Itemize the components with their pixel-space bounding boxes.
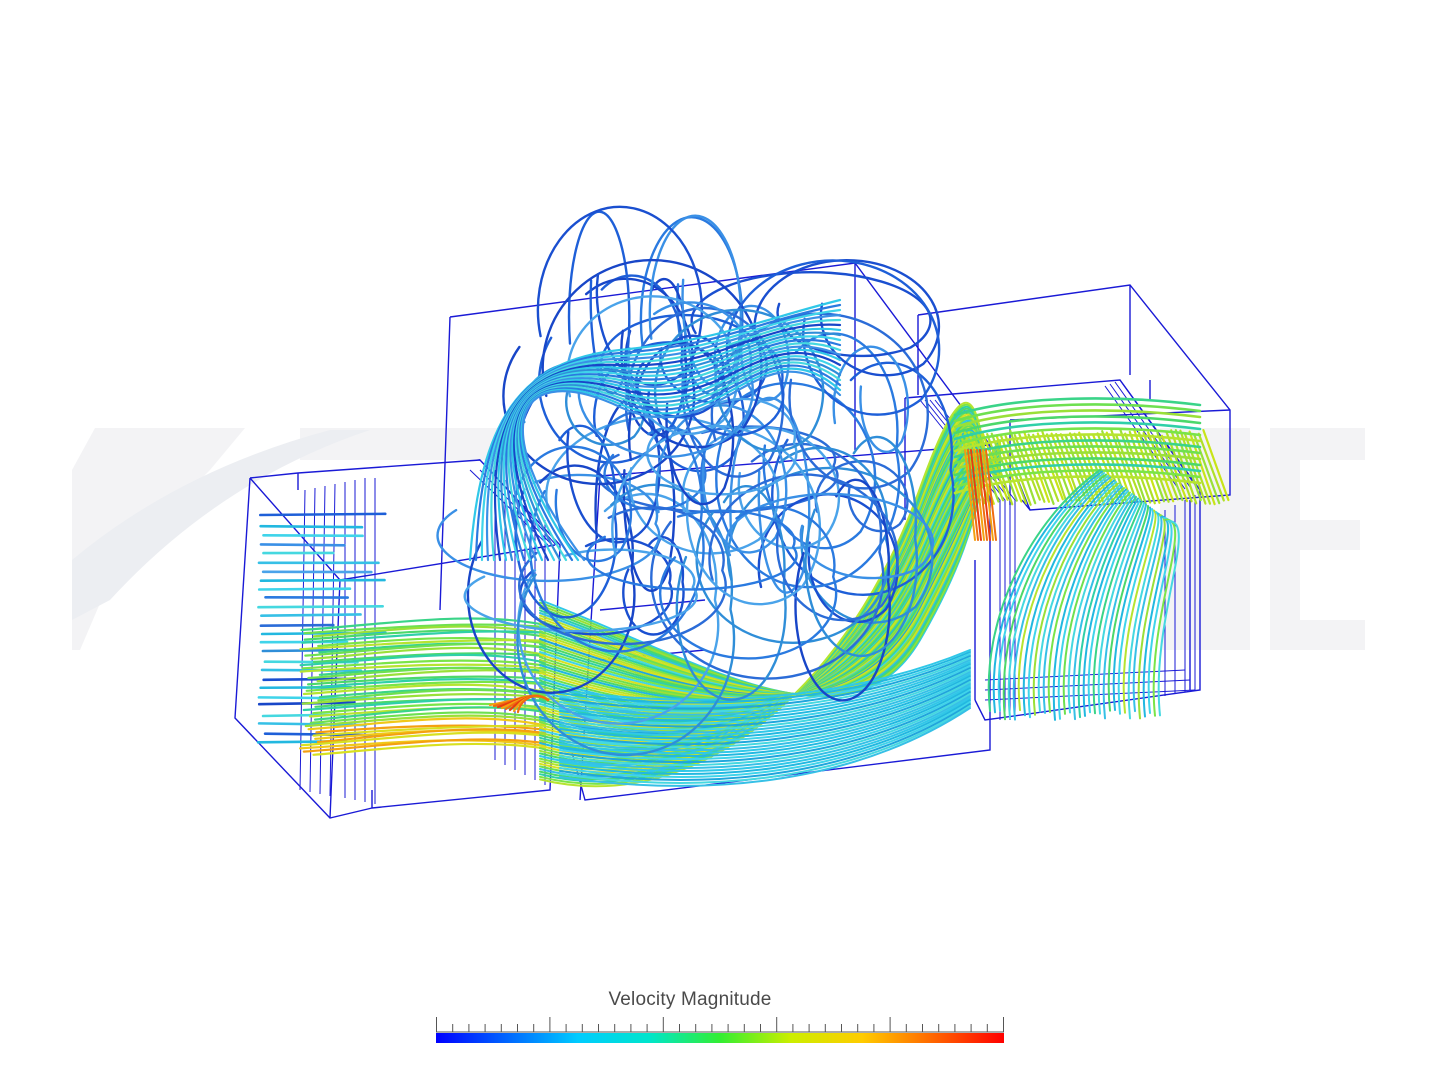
inlet-streamline: [261, 614, 360, 615]
upper-loop-streamline: [522, 369, 840, 560]
legend-title: Velocity Magnitude: [430, 989, 950, 1011]
inlet-streamline: [261, 526, 362, 527]
3d-viewport[interactable]: Velocity Magnitude: [0, 0, 1440, 1080]
colorbar-gradient: [436, 1033, 1004, 1043]
streamline-scene: [0, 0, 1440, 1080]
inlet-streamline: [259, 589, 350, 590]
streamlines: [258, 207, 1228, 786]
inlet-streamline: [260, 514, 385, 515]
inlet-streamline: [261, 580, 385, 581]
inlet-streamline: [261, 625, 333, 626]
velocity-legend: Velocity Magnitude: [430, 985, 1010, 1065]
inlet-streamline: [261, 544, 345, 545]
legend-colorbar: [436, 1033, 1004, 1043]
inlet-streamline: [263, 535, 362, 536]
legend-ticks: [436, 1017, 1004, 1033]
inlet-streamline: [258, 606, 382, 607]
